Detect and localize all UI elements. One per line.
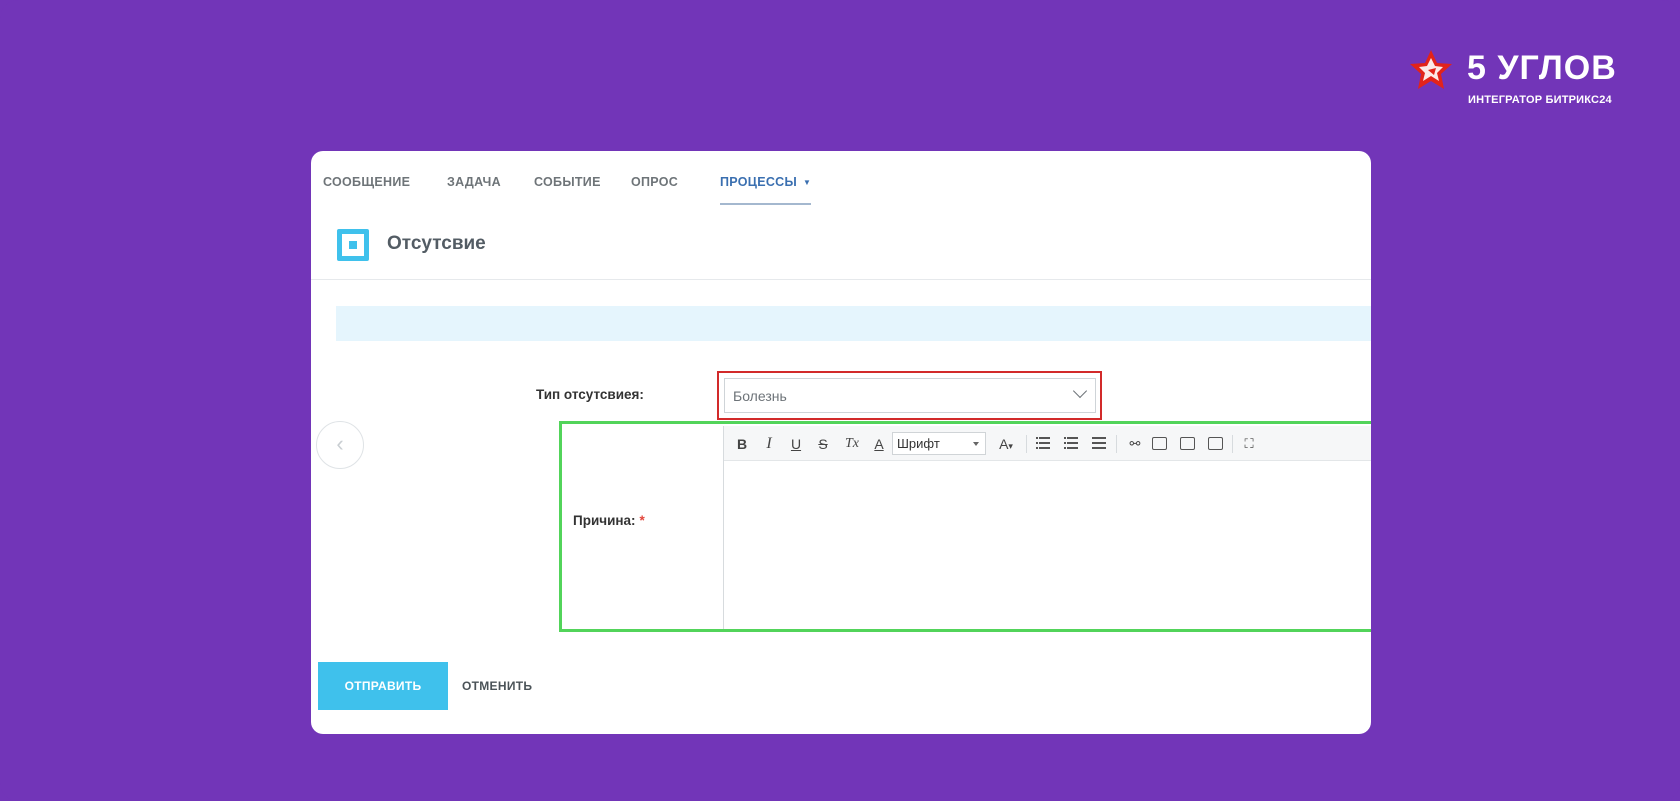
caret-down-icon — [973, 442, 979, 446]
underline-button[interactable]: U — [788, 434, 804, 454]
feed-form-card: СООБЩЕНИЕ ЗАДАЧА СОБЫТИЕ ОПРОС ПРОЦЕССЫ ▼… — [311, 151, 1371, 734]
absence-type-value: Болезнь — [733, 388, 787, 404]
send-button[interactable]: ОТПРАВИТЬ — [318, 662, 448, 710]
absence-type-select[interactable]: Болезнь — [724, 378, 1096, 413]
brand-subtitle: ИНТЕГРАТОР БИТРИКС24 — [1468, 94, 1612, 106]
toolbar-separator — [1026, 435, 1027, 453]
cancel-button[interactable]: ОТМЕНИТЬ — [462, 679, 532, 693]
italic-button[interactable]: I — [762, 434, 776, 454]
tab-processes-label: ПРОЦЕССЫ — [720, 175, 798, 189]
tab-task-label: ЗАДАЧА — [447, 175, 501, 189]
fullscreen-icon[interactable]: ⛶ — [1238, 434, 1260, 454]
strikethrough-button[interactable]: S — [816, 434, 830, 454]
toolbar-separator — [1116, 435, 1117, 453]
tab-message-label: СООБЩЕНИЕ — [323, 175, 411, 189]
tab-event[interactable]: СОБЫТИЕ — [534, 175, 601, 189]
brand-logo: 5 УГЛОВ ИНТЕГРАТОР БИТРИКС24 — [1408, 48, 1618, 108]
editor-toolbar: B I U S Tx A Шрифт A▾ ⚯ ⛶ — [724, 426, 1371, 461]
chevron-left-icon: ‹ — [336, 431, 344, 456]
table-icon[interactable] — [1208, 437, 1223, 450]
brand-name: 5 УГЛОВ — [1467, 49, 1617, 87]
editor-content[interactable] — [724, 461, 1371, 629]
font-color-button[interactable]: A — [872, 434, 886, 454]
clear-format-button[interactable]: Tx — [842, 434, 862, 454]
ordered-list-icon[interactable] — [1036, 437, 1050, 449]
tab-poll[interactable]: ОПРОС — [631, 175, 678, 189]
bullet-list-icon[interactable] — [1064, 437, 1078, 449]
process-square-icon — [337, 229, 369, 261]
link-icon[interactable]: ⚯ — [1124, 434, 1146, 454]
required-mark: * — [639, 513, 645, 528]
absence-type-label-text: Тип отсутсвиея: — [536, 387, 644, 402]
caret-down-icon: ▼ — [803, 178, 812, 188]
tab-task[interactable]: ЗАДАЧА — [447, 175, 501, 189]
video-icon[interactable] — [1180, 437, 1195, 450]
image-icon[interactable] — [1152, 437, 1167, 450]
tab-message[interactable]: СООБЩЕНИЕ — [323, 175, 410, 189]
divider — [311, 279, 1371, 280]
tab-processes[interactable]: ПРОЦЕССЫ ▼ — [720, 175, 812, 205]
background-frame: 5 УГЛОВ ИНТЕГРАТОР БИТРИКС24 СООБЩЕНИЕ З… — [0, 0, 1680, 801]
chevron-down-icon — [1072, 383, 1088, 399]
previous-arrow-button[interactable]: ‹ — [316, 421, 364, 469]
tab-event-label: СОБЫТИЕ — [534, 175, 601, 189]
process-title: Отсутсвие — [387, 233, 486, 254]
info-bar — [336, 306, 1371, 341]
reason-editor[interactable]: B I U S Tx A Шрифт A▾ ⚯ ⛶ — [723, 426, 1371, 629]
reason-label: Причина: * — [573, 513, 645, 528]
bold-button[interactable]: B — [734, 434, 750, 454]
font-family-value: Шрифт — [897, 436, 940, 451]
caret-down-icon: ▾ — [1008, 441, 1013, 451]
font-size-button[interactable]: A▾ — [994, 434, 1018, 454]
absence-type-label: Тип отсутсвиея: — [536, 387, 644, 402]
font-size-label: A — [999, 436, 1009, 452]
reason-label-text: Причина: — [573, 513, 636, 528]
absence-type-highlight: Болезнь — [717, 371, 1102, 420]
process-header: Отсутсвие — [337, 229, 737, 263]
align-icon[interactable] — [1092, 437, 1106, 449]
toolbar-separator — [1232, 435, 1233, 453]
tab-poll-label: ОПРОС — [631, 175, 679, 189]
font-family-select[interactable]: Шрифт — [892, 432, 986, 455]
feed-tabs: СООБЩЕНИЕ ЗАДАЧА СОБЫТИЕ ОПРОС ПРОЦЕССЫ ▼ — [323, 175, 923, 205]
star-logo-icon — [1410, 50, 1452, 89]
